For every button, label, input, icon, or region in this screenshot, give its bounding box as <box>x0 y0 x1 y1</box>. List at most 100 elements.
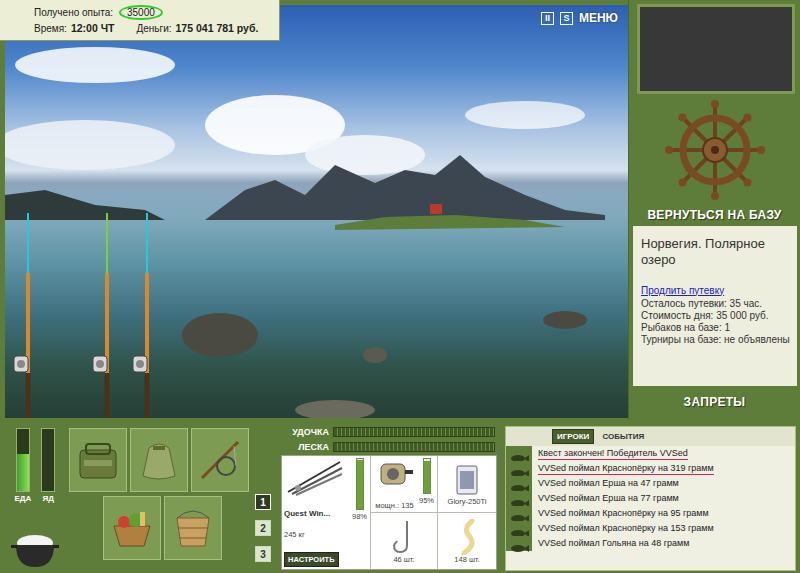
message-text: VVSed поймал Гольяна на 48 грамм <box>538 538 689 550</box>
message-text: VVSed поймал Ерша на 77 грамм <box>538 493 679 505</box>
chat-box: ИГРОКИ СОБЫТИЯ Квест закончен! Победитель … <box>505 426 796 571</box>
line-spool-icon <box>452 463 482 497</box>
chat-message: Квест закончен! Победитель VVSed <box>506 446 795 461</box>
fish-cell <box>506 461 532 476</box>
menu-button[interactable]: МЕНЮ <box>579 11 618 25</box>
inventory-row <box>69 428 250 492</box>
reel-power: мощн.: 135 <box>375 501 413 510</box>
line-name: Glory-250Ti <box>448 497 487 506</box>
line-slot[interactable]: Glory-250Ti <box>438 456 496 512</box>
chat-message: VVSed поймал Ерша на 47 грамм <box>506 476 795 491</box>
fishing-rod[interactable] <box>14 213 28 418</box>
tackle-icon <box>196 436 244 484</box>
experience-highlight: 35000 <box>119 5 163 20</box>
fish-icon <box>509 479 529 488</box>
stats-panel: Получено опыта:35000Время:12:00 ЧТДеньги… <box>0 0 280 41</box>
time-value: 12:00 ЧТ <box>71 22 115 34</box>
info-line: Рыбаков на базе: 1 <box>641 322 789 334</box>
time-label: Время: <box>34 23 67 34</box>
need-label: ЯД <box>43 494 54 503</box>
reel-slot[interactable]: мощн.: 135 95% <box>371 456 437 512</box>
bag-icon <box>74 436 122 484</box>
fish-icon <box>509 449 529 458</box>
wear-text: 98% <box>352 512 367 521</box>
page-button[interactable]: 3 <box>255 546 271 562</box>
rod-icon <box>284 458 344 496</box>
fish-icon <box>509 524 529 533</box>
reel-wear: 95% <box>418 458 435 510</box>
side-panel: ВЕРНУТЬСЯ НА БАЗУНорвегия. Полярное озер… <box>628 0 800 420</box>
chat-tab[interactable]: СОБЫТИЯ <box>598 430 648 443</box>
pot-icon <box>10 529 60 569</box>
bait-slot[interactable]: 148 шт. <box>438 513 496 569</box>
need-track <box>41 428 55 492</box>
food-basket-icon <box>108 504 156 552</box>
tackle-grid: Quest Win...245 кгНАСТРОИТЬ98%мощн.: 135… <box>281 455 497 570</box>
fish-cell <box>506 491 532 506</box>
need-label: ЕДА <box>14 494 31 503</box>
chat-tab[interactable]: ИГРОКИ <box>552 429 594 444</box>
bar-track <box>333 427 495 437</box>
rod-slot[interactable]: Quest Win...245 кгНАСТРОИТЬ98% <box>282 456 370 569</box>
fish-icon <box>509 509 529 518</box>
inventory-slot[interactable] <box>103 496 161 560</box>
wear-track <box>356 458 364 510</box>
needs-column: ЕДА ЯД <box>6 428 64 569</box>
inventory-slot[interactable] <box>130 428 188 492</box>
chat-message: VVSed поймал Ерша на 77 грамм <box>506 491 795 506</box>
inventory-pages: 1 2 3 <box>255 428 271 569</box>
worm-icon <box>452 519 482 555</box>
ship-wheel-icon <box>665 100 765 200</box>
inventory-slot[interactable] <box>191 428 249 492</box>
need-meter: ЕДА <box>14 428 31 503</box>
fish-icon <box>509 539 529 548</box>
chat-message: VVSed поймал Краснопёрку на 319 грамм <box>506 461 795 476</box>
fishing-rod[interactable] <box>93 213 107 418</box>
money-label: Деньги: <box>136 23 171 34</box>
fish-cell <box>506 476 532 491</box>
need-bars: ЕДА ЯД <box>14 428 55 503</box>
rod-wear: 98% <box>351 458 368 567</box>
message-text: VVSed поймал Краснопёрку на 95 грамм <box>538 508 709 520</box>
fish-icon <box>509 464 529 473</box>
page-button[interactable]: 1 <box>255 494 271 510</box>
chat-message: VVSed поймал Гольяна на 48 грамм <box>506 536 795 551</box>
wear-track <box>423 458 431 494</box>
rod-info: Quest Win...245 кгНАСТРОИТЬ <box>284 458 349 567</box>
bait-count: 148 шт. <box>454 555 479 564</box>
time-money-row: Время: 12:00 ЧТ Деньги: 175 041 781 руб. <box>34 20 271 36</box>
inventory-grid <box>69 428 250 569</box>
bottom-area: ЕДА ЯД 1 2 3 УДОЧКАЛЕСКАQuest Win...245 кгНАС… <box>0 420 800 573</box>
rods-area <box>5 213 175 418</box>
setup-button[interactable]: НАСТРОИТЬ <box>284 552 339 567</box>
extend-permit-link[interactable]: Продлить путевку <box>641 285 789 296</box>
need-meter: ЯД <box>41 428 55 503</box>
experience-value: 35000 <box>127 7 155 18</box>
page-button[interactable]: 2 <box>255 520 271 536</box>
fishing-rod[interactable] <box>133 213 147 418</box>
tackle-panel: УДОЧКАЛЕСКАQuest Win...245 кгНАСТРОИТЬ98… <box>278 422 500 573</box>
inventory-slot[interactable] <box>69 428 127 492</box>
reel-icon <box>375 458 415 490</box>
info-screen <box>637 4 795 94</box>
top-area: IISМЕНЮПолучено опыта:35000Время:12:00 Ч… <box>0 0 800 420</box>
scene-frame: II S МЕНЮ <box>0 0 628 420</box>
bans-button[interactable]: ЗАПРЕТЫ <box>684 393 746 413</box>
control-button[interactable]: S <box>560 12 573 25</box>
sack-icon <box>135 436 183 484</box>
rod-tip <box>146 213 148 273</box>
inventory-slot[interactable] <box>164 496 222 560</box>
wear-text: 95% <box>419 496 434 505</box>
money-value: 175 041 781 руб. <box>176 22 259 34</box>
control-button[interactable]: II <box>541 12 554 25</box>
top-controls: II S МЕНЮ <box>541 11 618 25</box>
fish-cell <box>506 446 532 461</box>
need-fill <box>17 454 29 491</box>
info-line: Осталось путевки: 35 час. <box>641 298 789 310</box>
return-to-base-button[interactable]: ВЕРНУТЬСЯ НА БАЗУ <box>629 206 800 226</box>
wheel-area <box>629 94 800 206</box>
chat-message: VVSed поймал Краснопёрку на 95 грамм <box>506 506 795 521</box>
hook-slot[interactable]: 46 шт. <box>371 513 437 569</box>
info-line: Турниры на базе: не объявлены <box>641 334 789 346</box>
bar-track <box>333 442 495 452</box>
